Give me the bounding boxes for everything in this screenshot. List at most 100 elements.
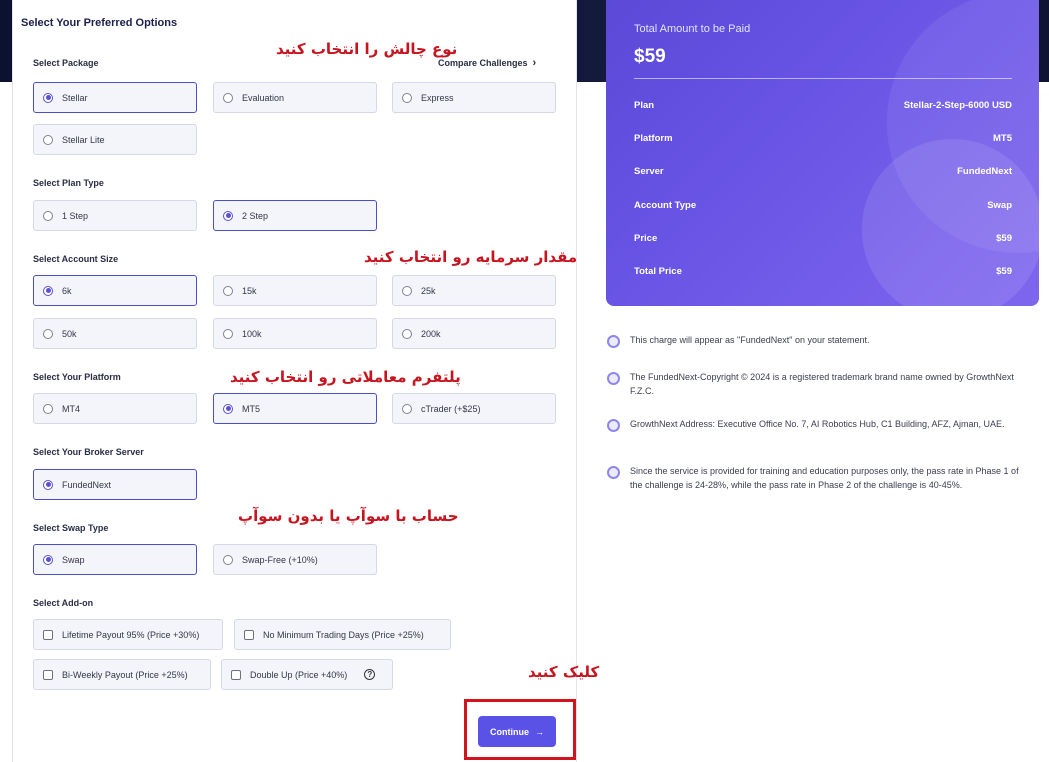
size-option-200k[interactable]: 200k	[392, 318, 556, 349]
size-option-50k[interactable]: 50k	[33, 318, 197, 349]
info-bullet-icon	[607, 419, 620, 432]
annotation-click: کلیک کنید	[528, 663, 600, 681]
summary-key: Price	[634, 233, 658, 244]
plan-option-2-step[interactable]: 2 Step	[213, 200, 377, 231]
summary-header: Total Amount to be Paid	[634, 23, 751, 35]
checkbox-icon	[43, 669, 53, 680]
option-label: 25k	[421, 285, 436, 296]
option-label: Bi-Weekly Payout (Price +25%)	[62, 669, 188, 680]
note-text: The FundedNext-Copyright © 2024 is a reg…	[630, 372, 1014, 396]
help-icon[interactable]: ?	[364, 669, 376, 680]
option-label: 100k	[242, 328, 262, 339]
package-option-evaluation[interactable]: Evaluation	[213, 82, 377, 113]
summary-row-plan: Plan Stellar-2-Step-6000 USD	[634, 100, 1012, 111]
option-label: Double Up (Price +40%)	[250, 669, 348, 680]
package-option-express[interactable]: Express	[392, 82, 556, 113]
summary-key: Account Type	[634, 200, 697, 211]
info-bullet-icon	[607, 335, 620, 348]
radio-icon	[223, 210, 233, 221]
option-label: 15k	[242, 285, 257, 296]
summary-value: $59	[996, 233, 1012, 244]
radio-icon	[402, 328, 412, 339]
summary-value: Stellar-2-Step-6000 USD	[903, 100, 1012, 111]
addon-bi-weekly-payout[interactable]: Bi-Weekly Payout (Price +25%)	[33, 659, 211, 690]
swap-option-swap-free[interactable]: Swap-Free (+10%)	[213, 544, 377, 575]
option-label: 1 Step	[62, 210, 89, 221]
option-label: Lifetime Payout 95% (Price +30%)	[62, 629, 200, 640]
checkbox-icon	[43, 629, 53, 640]
note-text: GrowthNext Address: Executive Office No.…	[630, 419, 1005, 429]
radio-icon	[223, 328, 233, 339]
addon-lifetime-payout[interactable]: Lifetime Payout 95% (Price +30%)	[33, 619, 223, 650]
compare-challenges-label: Compare Challenges	[438, 58, 528, 68]
package-option-stellar-lite[interactable]: Stellar Lite	[33, 124, 197, 155]
annotation-swap: حساب با سوآپ یا بدون سوآپ	[238, 507, 459, 525]
platform-option-ctrader[interactable]: cTrader (+$25)	[392, 393, 556, 424]
addon-double-up[interactable]: Double Up (Price +40%) ?	[221, 659, 393, 690]
option-label: Stellar	[62, 92, 88, 103]
note-pass-rate: Since the service is provided for traini…	[607, 464, 1027, 492]
swap-option-swap[interactable]: Swap	[33, 544, 197, 575]
option-label: cTrader (+$25)	[421, 403, 481, 414]
note-text: This charge will appear as "FundedNext" …	[630, 335, 870, 345]
note-statement: This charge will appear as "FundedNext" …	[607, 333, 1027, 348]
note-address: GrowthNext Address: Executive Office No.…	[607, 417, 1027, 432]
summary-value: Swap	[987, 200, 1012, 211]
summary-divider	[634, 78, 1012, 79]
summary-amount: $59	[634, 46, 666, 67]
package-option-stellar[interactable]: Stellar	[33, 82, 197, 113]
annotation-challenge-type: نوع چالش را انتخاب کنید	[276, 40, 458, 58]
note-text: Since the service is provided for traini…	[630, 466, 1019, 490]
radio-icon	[223, 554, 233, 565]
size-option-25k[interactable]: 25k	[392, 275, 556, 306]
radio-icon	[223, 403, 233, 414]
summary-key: Platform	[634, 133, 673, 144]
summary-row-platform: Platform MT5	[634, 133, 1012, 144]
plan-option-1-step[interactable]: 1 Step	[33, 200, 197, 231]
radio-icon	[402, 285, 412, 296]
option-label: 50k	[62, 328, 77, 339]
radio-icon	[223, 92, 233, 103]
radio-icon	[402, 403, 412, 414]
continue-button[interactable]: Continue →	[478, 716, 556, 747]
summary-key: Total Price	[634, 266, 682, 277]
option-label: FundedNext	[62, 479, 112, 490]
radio-icon	[43, 403, 53, 414]
radio-icon	[43, 285, 53, 296]
option-label: Swap	[62, 554, 85, 565]
option-label: MT5	[242, 403, 260, 414]
size-option-6k[interactable]: 6k	[33, 275, 197, 306]
option-label: 2 Step	[242, 210, 269, 221]
section-label-plan-type: Select Plan Type	[33, 178, 104, 188]
summary-key: Plan	[634, 100, 655, 111]
section-label-package: Select Package	[33, 58, 99, 68]
summary-value: $59	[996, 266, 1012, 277]
size-option-100k[interactable]: 100k	[213, 318, 377, 349]
option-label: Express	[421, 92, 454, 103]
radio-icon	[402, 92, 412, 103]
compare-challenges-link[interactable]: Compare Challenges ›	[438, 57, 536, 69]
section-label-platform: Select Your Platform	[33, 372, 121, 382]
radio-icon	[43, 134, 53, 145]
payment-summary-card: Total Amount to be Paid $59 Plan Stellar…	[606, 0, 1039, 306]
summary-value: MT5	[993, 133, 1012, 144]
summary-row-server: Server FundedNext	[634, 166, 1012, 177]
checkbox-icon	[244, 629, 254, 640]
broker-option-fundednext[interactable]: FundedNext	[33, 469, 197, 500]
summary-row-price: Price $59	[634, 233, 1012, 244]
section-label-broker: Select Your Broker Server	[33, 447, 144, 457]
section-label-swap: Select Swap Type	[33, 523, 109, 533]
checkbox-icon	[231, 669, 241, 680]
summary-row-account-type: Account Type Swap	[634, 200, 1012, 211]
option-label: MT4	[62, 403, 80, 414]
platform-option-mt5[interactable]: MT5	[213, 393, 377, 424]
option-label: Evaluation	[242, 92, 285, 103]
note-copyright: The FundedNext-Copyright © 2024 is a reg…	[607, 370, 1027, 398]
section-label-account-size: Select Account Size	[33, 254, 119, 264]
radio-icon	[43, 479, 53, 490]
addon-no-minimum-trading-days[interactable]: No Minimum Trading Days (Price +25%)	[234, 619, 451, 650]
size-option-15k[interactable]: 15k	[213, 275, 377, 306]
info-bullet-icon	[607, 466, 620, 479]
platform-option-mt4[interactable]: MT4	[33, 393, 197, 424]
option-label: Stellar Lite	[62, 134, 105, 145]
